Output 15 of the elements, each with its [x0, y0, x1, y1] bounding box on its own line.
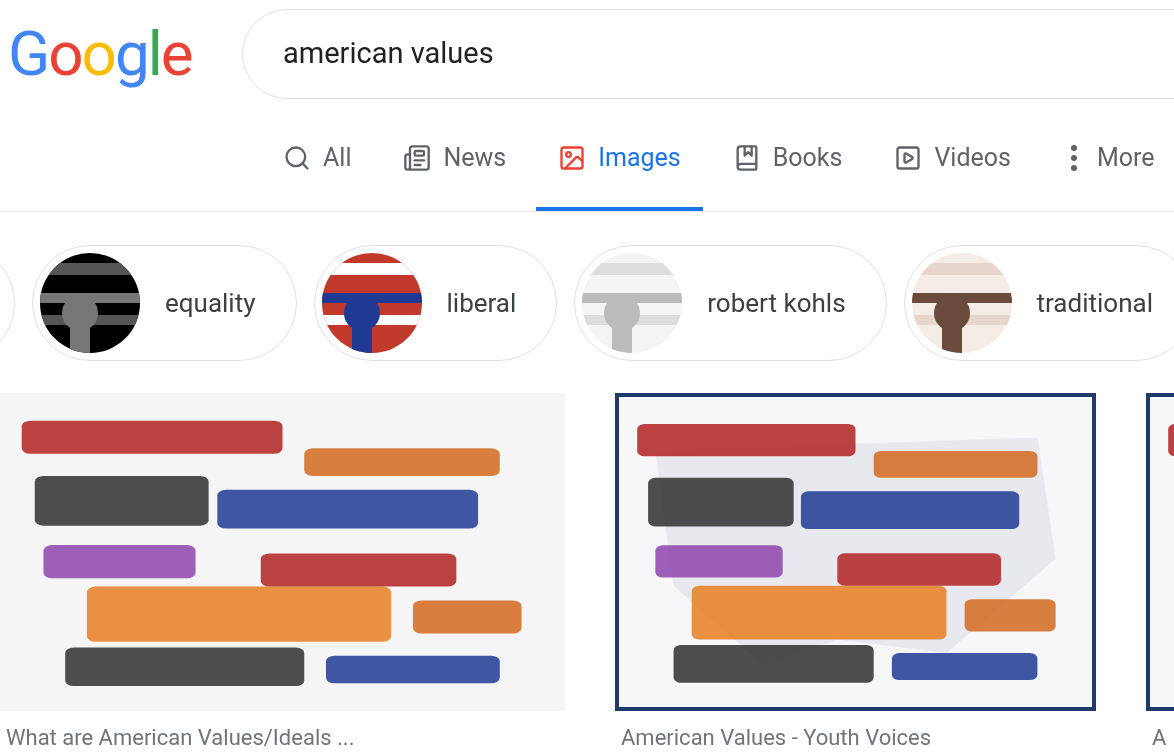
newspaper-icon [403, 143, 432, 172]
tab[interactable]: All [261, 108, 374, 211]
image-icon [558, 143, 587, 172]
search-icon [283, 143, 311, 172]
tab[interactable]: More [1040, 108, 1174, 211]
result-caption[interactable]: American Values - Youth Voices [615, 725, 1096, 751]
play-icon [894, 143, 923, 172]
tab[interactable]: Books [710, 108, 865, 211]
search-field[interactable]: american values [242, 9, 1174, 99]
tab[interactable]: News [381, 108, 529, 211]
tab[interactable]: Videos [872, 108, 1033, 211]
result-caption[interactable]: A [1146, 725, 1174, 751]
more-icon [1070, 144, 1077, 171]
result-caption[interactable]: What are American Values/Ideals ... [0, 725, 565, 751]
tab[interactable]: Images [536, 108, 703, 211]
